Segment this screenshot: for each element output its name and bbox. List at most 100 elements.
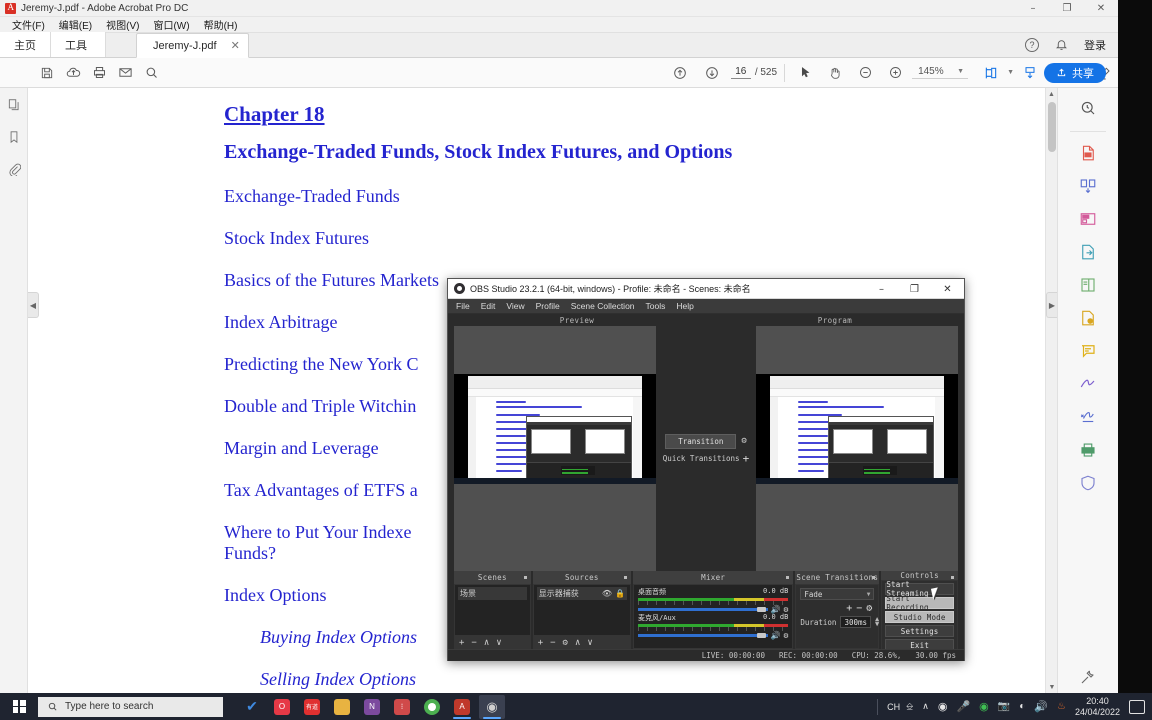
obs-tray-icon[interactable]: ◉ (938, 700, 948, 713)
taskbar-app-youdao[interactable]: 有道 (299, 695, 325, 719)
close-button[interactable]: ✕ (1084, 0, 1118, 17)
antivirus-icon[interactable]: ♨ (1057, 701, 1066, 712)
taskbar-app-acrobat[interactable]: A (449, 695, 475, 719)
microphone-icon[interactable]: 🎤 (956, 700, 970, 713)
source-properties-button[interactable]: ⚙ (563, 638, 568, 648)
obs-menu-view[interactable]: View (506, 301, 524, 311)
request-signature-icon[interactable] (1076, 405, 1100, 429)
bell-icon[interactable] (1055, 38, 1068, 51)
page-number-input[interactable]: 16 (730, 66, 751, 79)
keyboard-icon[interactable]: ⎒ (906, 701, 913, 712)
obs-close-button[interactable]: ✕ (931, 279, 964, 299)
move-source-down-button[interactable]: ∨ (587, 638, 592, 648)
pdf-toc-entry[interactable]: Exchange-Traded Funds (224, 186, 1118, 207)
menu-view[interactable]: 视图(V) (106, 17, 139, 32)
pdf-toc-entry[interactable]: Stock Index Futures (224, 228, 1118, 249)
start-button[interactable] (0, 693, 38, 720)
wifi-icon[interactable]: ◐ (1019, 701, 1025, 712)
chevron-down-icon[interactable]: ▼ (867, 591, 871, 598)
document-scrollbar[interactable]: ▲ ▼ (1045, 88, 1057, 693)
chevron-down-icon[interactable]: ▼ (957, 68, 964, 75)
form-icon[interactable] (1076, 306, 1100, 330)
studio-mode-button[interactable]: Studio Mode (885, 611, 955, 623)
preview-canvas[interactable] (454, 326, 656, 571)
collapse-left-panel-arrow[interactable]: ◀ (28, 292, 39, 318)
obs-menu-edit[interactable]: Edit (481, 301, 496, 311)
dock-menu-icon[interactable] (523, 576, 527, 579)
remove-source-button[interactable]: − (550, 638, 555, 648)
search-icon[interactable] (138, 62, 164, 84)
collapse-right-panel-arrow[interactable]: ▶ (1046, 292, 1057, 318)
tab-document[interactable]: Jeremy-J.pdf ✕ (136, 33, 249, 58)
taskbar-app-onenote[interactable]: N (359, 695, 385, 719)
fill-sign-icon[interactable] (1076, 372, 1100, 396)
program-canvas[interactable] (756, 326, 958, 571)
print-production-icon[interactable] (1076, 438, 1100, 462)
eye-icon[interactable]: 👁 (602, 589, 612, 598)
source-list-item[interactable]: 显示器捕获 👁 🔒 (536, 587, 628, 600)
organize-pages-icon[interactable] (1076, 174, 1100, 198)
dock-menu-icon[interactable] (624, 576, 628, 579)
attachment-icon[interactable] (7, 162, 21, 176)
move-source-up-button[interactable]: ∧ (575, 638, 580, 648)
notification-icon[interactable] (1129, 699, 1145, 714)
obs-menu-help[interactable]: Help (676, 301, 693, 311)
gear-icon[interactable]: ⚙ (783, 631, 788, 640)
taskbar-app-opera[interactable]: O (269, 695, 295, 719)
minimize-button[interactable]: – (1016, 0, 1050, 17)
taskbar-app-explorer[interactable] (329, 695, 355, 719)
email-icon[interactable] (112, 62, 138, 84)
pdf-toc-entry[interactable]: Selling Index Options (224, 669, 1118, 690)
next-page-icon[interactable] (699, 62, 725, 84)
select-tool-icon[interactable] (792, 62, 818, 84)
duration-input[interactable]: 300ms (840, 616, 872, 628)
obs-menu-scene-collection[interactable]: Scene Collection (571, 301, 635, 311)
maximize-button[interactable]: ❐ (1050, 0, 1084, 17)
zoom-in-icon[interactable] (882, 62, 908, 84)
export-pdf-icon[interactable] (1076, 141, 1100, 165)
page-scroll-icon[interactable] (1017, 62, 1043, 84)
protect-icon[interactable] (1076, 471, 1100, 495)
add-quick-transition-icon[interactable]: + (743, 453, 750, 464)
wechat-icon[interactable]: ◉ (979, 700, 989, 713)
volume-icon[interactable]: 🔊 (1034, 700, 1048, 713)
sources-list[interactable]: 显示器捕获 👁 🔒 (533, 585, 631, 635)
gear-icon[interactable]: ⚙ (741, 436, 746, 446)
combine-files-icon[interactable] (1076, 273, 1100, 297)
remove-transition-button[interactable]: − (856, 603, 862, 614)
start-recording-button[interactable]: Start Recording (885, 594, 955, 612)
taskbar-app-chrome[interactable] (419, 695, 445, 719)
tab-home[interactable]: 主页 (0, 32, 51, 57)
scrollbar-thumb[interactable] (1048, 102, 1056, 152)
bookmark-icon[interactable] (7, 130, 21, 144)
zoom-out-icon[interactable] (852, 62, 878, 84)
obs-menu-file[interactable]: File (456, 301, 470, 311)
scroll-up-icon[interactable]: ▲ (1046, 88, 1057, 100)
zoom-level-control[interactable]: 145% ▼ (912, 66, 969, 79)
obs-maximize-button[interactable]: ❐ (898, 279, 931, 299)
scene-list-item[interactable]: 场景 (458, 587, 527, 600)
pages-thumbnail-icon[interactable] (7, 98, 21, 112)
taskbar-search[interactable]: Type here to search (38, 696, 223, 717)
duration-spinner[interactable]: ▲ ▼ (875, 616, 879, 628)
dock-menu-icon[interactable] (951, 576, 955, 579)
previous-page-icon[interactable] (667, 62, 693, 84)
scenes-list[interactable]: 场景 (455, 585, 530, 635)
menu-window[interactable]: 窗口(W) (153, 17, 189, 32)
search-document-icon[interactable] (1076, 96, 1100, 120)
taskbar-clock[interactable]: 20:40 24/04/2022 (1075, 696, 1120, 718)
ime-indicator[interactable]: CH ⎒ (887, 701, 913, 712)
tab-tools[interactable]: 工具 (51, 32, 106, 57)
cloud-upload-icon[interactable] (60, 62, 86, 84)
print-icon[interactable] (86, 62, 112, 84)
close-tab-icon[interactable]: ✕ (231, 39, 240, 52)
create-pdf-icon[interactable] (1076, 207, 1100, 231)
fit-page-chevron-icon[interactable]: ▼ (1007, 69, 1014, 76)
lock-icon[interactable]: 🔒 (615, 589, 625, 598)
transition-button[interactable]: Transition (665, 433, 737, 449)
show-hidden-icons-chevron[interactable]: ∧ (922, 701, 929, 712)
dock-menu-icon[interactable] (872, 576, 876, 579)
obs-minimize-button[interactable]: – (865, 279, 898, 299)
mixer-volume-slider[interactable]: 🔊 ⚙ (638, 605, 788, 614)
edit-pdf-icon[interactable] (1076, 240, 1100, 264)
